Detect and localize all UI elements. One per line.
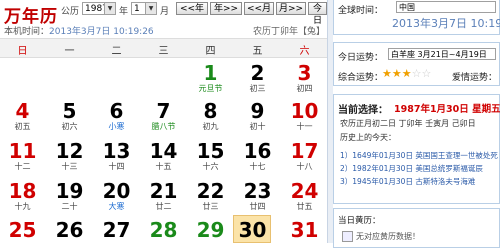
day-cell[interactable]: 5 初六 (47, 100, 92, 132)
day-cell[interactable]: 23 廿四 (235, 180, 280, 212)
chevron-down-icon: ▼ (145, 3, 156, 14)
weekday-mon: 一 (64, 46, 75, 57)
timezone-select[interactable]: 中国 (396, 1, 496, 13)
weekday-tue: 二 (111, 46, 122, 57)
month-select[interactable]: 1 ▼ (131, 2, 157, 15)
day-cell[interactable]: 4 初五 (0, 100, 45, 132)
next-month-button[interactable]: 月>> (276, 2, 306, 15)
day-cell[interactable]: 8 初九 (188, 100, 233, 132)
day-cell[interactable]: 10 十一 (282, 100, 327, 132)
fortune-box: 今日运势： 白羊座 3月21日~4月19日 综合运势： ★★★☆☆ 爱情运势： (333, 42, 500, 86)
day-cell[interactable]: 3 初四 (282, 62, 327, 94)
overall-fortune-stars: ★★★☆☆ (382, 67, 431, 80)
day-cell[interactable]: 31 (282, 219, 327, 241)
day-cell[interactable]: 14 十五 (141, 140, 186, 172)
prev-month-button[interactable]: <<月 (244, 2, 274, 15)
day-cell[interactable]: 9 初十 (235, 100, 280, 132)
weekday-header: 日 一 二 三 四 五 六 (0, 38, 327, 58)
almanac-box: 当日黄历： 无对应黄历数据！ (333, 208, 500, 248)
history-item-link[interactable]: 1）1649年01月30日 英国国王查理一世被处死 (340, 150, 498, 161)
day-cell[interactable]: 7 腊八节 (141, 100, 186, 132)
day-cell[interactable]: 13 十四 (94, 140, 139, 172)
day-cell[interactable]: 18 十九 (0, 180, 45, 212)
chevron-down-icon: ▼ (104, 3, 115, 14)
almanac-message: 无对应黄历数据！ (356, 232, 420, 241)
lunar-year: 农历丁卯年【兔】 (253, 27, 326, 37)
world-time-label: 全球时间： (338, 6, 384, 16)
gongli-label: 公历 (61, 7, 80, 17)
zodiac-select[interactable]: 白羊座 3月21日~4月19日 (388, 48, 496, 60)
month-label: 月 (160, 7, 170, 17)
day-cell[interactable]: 11 十二 (0, 140, 45, 172)
day-cell[interactable]: 22 廿三 (188, 180, 233, 212)
day-cell[interactable]: 1 元旦节 (188, 62, 233, 94)
day-cell[interactable]: 16 十七 (235, 140, 280, 172)
lunar-date: 农历正月初二日 丁卯年 壬寅月 己卯日 (340, 119, 476, 128)
star-empty-icon: ☆ (411, 67, 422, 80)
star-empty-icon: ☆ (421, 67, 432, 80)
day-cell[interactable]: 15 十六 (188, 140, 233, 172)
day-cell[interactable]: 24 廿五 (282, 180, 327, 212)
star-icon: ★ (401, 67, 412, 80)
current-selection-label: 当前选择： (338, 105, 388, 116)
history-title: 历史上的今天： (340, 133, 396, 142)
day-cell[interactable]: 6 小寒 (94, 100, 139, 132)
day-cell[interactable]: 25 (0, 219, 45, 241)
selected-date-box: 当前选择： 1987年1月30日 星期五 农历正月初二日 丁卯年 壬寅月 己卯日… (333, 94, 500, 204)
overall-fortune-label: 综合运势： (338, 73, 384, 83)
world-time-box: 全球时间： 中国 2013年3月7日 10:19 (333, 0, 500, 35)
almanac-label: 当日黄历： (338, 216, 381, 226)
weekday-wed: 三 (158, 46, 169, 57)
day-cell[interactable]: 26 (47, 219, 92, 241)
local-time: 本机时间：2013年3月7日 10:19:26 (4, 27, 154, 37)
star-icon: ★ (382, 67, 392, 80)
love-fortune-label: 爱情运势： (452, 73, 498, 83)
today-button[interactable]: 今日 (308, 2, 327, 26)
weekday-fri: 五 (252, 46, 263, 57)
prev-year-button[interactable]: <<年 (176, 2, 208, 15)
day-cell[interactable]: 28 (141, 219, 186, 241)
today-fortune-label: 今日运势： (338, 53, 384, 63)
calendar-panel: 万年历 公历 1987 ▼ 年 1 ▼ 月 <<年 年>> <<月 月>> 今日 本… (0, 0, 327, 243)
star-icon: ★ (391, 67, 402, 80)
day-cell[interactable]: 12 十三 (47, 140, 92, 172)
day-cell[interactable]: 2 初三 (235, 62, 280, 94)
day-cell[interactable]: 27 (94, 219, 139, 241)
day-cell[interactable]: 17 十八 (282, 140, 327, 172)
weekday-thu: 四 (205, 46, 216, 57)
selected-date: 1987年1月30日 星期五 (394, 104, 500, 115)
info-sidebar: 全球时间： 中国 2013年3月7日 10:19 今日运势： 白羊座 3月21日… (333, 0, 500, 248)
history-item-link[interactable]: 2）1982年01月30日 美国总统罗斯福诞辰 (340, 163, 483, 174)
next-year-button[interactable]: 年>> (210, 2, 242, 15)
year-select[interactable]: 1987 ▼ (82, 2, 116, 15)
weekday-sun: 日 (17, 46, 28, 57)
world-time-value: 2013年3月7日 10:19 (392, 17, 500, 30)
info-icon (342, 231, 353, 242)
day-cell[interactable]: 21 廿二 (141, 180, 186, 212)
day-cell[interactable]: 20 大寒 (94, 180, 139, 212)
weekday-sat: 六 (299, 46, 310, 57)
history-item-link[interactable]: 3）1945年01月30日 古斯特洛夫号海难 (340, 176, 475, 187)
day-cell[interactable]: 29 (188, 219, 233, 241)
day-cell[interactable]: 19 二十 (47, 180, 92, 212)
year-label: 年 (119, 7, 129, 17)
day-cell-selected[interactable]: 30 (230, 219, 275, 241)
